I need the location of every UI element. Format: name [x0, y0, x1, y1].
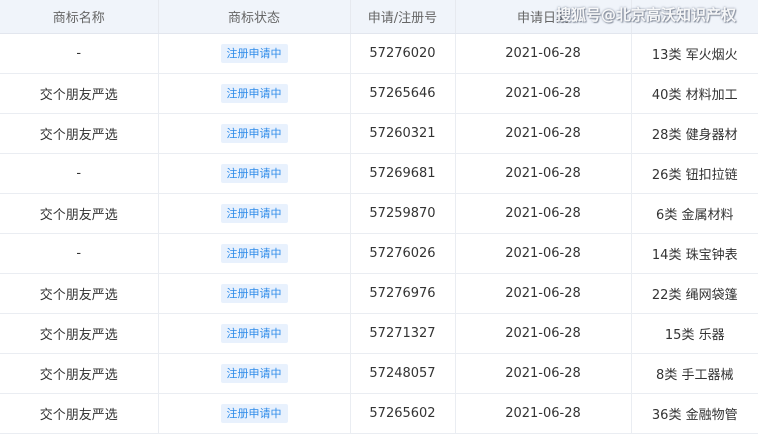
cell-status: 注册申请中	[158, 393, 351, 434]
cell-trademark-name: 交个朋友严选	[0, 73, 159, 114]
cell-application-date: 2021-06-28	[455, 273, 632, 314]
table-row[interactable]: 交个朋友严选 注册申请中 57259870 2021-06-28 6类 金属材料	[0, 193, 758, 234]
cell-status: 注册申请中	[158, 193, 351, 234]
table-row[interactable]: 交个朋友严选 注册申请中 57276976 2021-06-28 22类 绳网袋篷	[0, 273, 758, 314]
status-badge: 注册申请中	[220, 364, 288, 383]
cell-registration-number: 57276976	[350, 273, 456, 314]
cell-application-date: 2021-06-28	[455, 33, 632, 74]
cell-status: 注册申请中	[158, 153, 351, 194]
status-badge: 注册申请中	[220, 284, 288, 303]
header-application-date: 申请日期	[455, 0, 632, 34]
status-badge: 注册申请中	[220, 164, 288, 183]
cell-registration-number: 57271327	[350, 313, 456, 354]
header-registration-number: 申请/注册号	[350, 0, 456, 34]
cell-registration-number: 57276026	[350, 233, 456, 274]
table-row[interactable]: 交个朋友严选 注册申请中 57271327 2021-06-28 15类 乐器	[0, 313, 758, 354]
cell-trademark-name: -	[0, 233, 159, 274]
cell-registration-number: 57269681	[350, 153, 456, 194]
table-row[interactable]: - 注册申请中 57269681 2021-06-28 26类 钮扣拉链	[0, 153, 758, 194]
header-trademark-name: 商标名称	[0, 0, 159, 34]
cell-status: 注册申请中	[158, 353, 351, 394]
cell-status: 注册申请中	[158, 233, 351, 274]
cell-application-date: 2021-06-28	[455, 193, 632, 234]
cell-status: 注册申请中	[158, 33, 351, 74]
status-badge: 注册申请中	[220, 44, 288, 63]
cell-registration-number: 57276020	[350, 33, 456, 74]
cell-category: 28类 健身器材	[631, 113, 758, 154]
cell-registration-number: 57260321	[350, 113, 456, 154]
cell-status: 注册申请中	[158, 73, 351, 114]
cell-registration-number: 57265602	[350, 393, 456, 434]
header-category	[631, 0, 758, 34]
cell-category: 22类 绳网袋篷	[631, 273, 758, 314]
cell-application-date: 2021-06-28	[455, 153, 632, 194]
cell-category: 15类 乐器	[631, 313, 758, 354]
cell-category: 13类 军火烟火	[631, 33, 758, 74]
table-row[interactable]: 交个朋友严选 注册申请中 57248057 2021-06-28 8类 手工器械	[0, 353, 758, 394]
cell-trademark-name: 交个朋友严选	[0, 113, 159, 154]
table-row[interactable]: - 注册申请中 57276020 2021-06-28 13类 军火烟火	[0, 33, 758, 74]
cell-trademark-name: -	[0, 153, 159, 194]
cell-application-date: 2021-06-28	[455, 233, 632, 274]
status-badge: 注册申请中	[220, 204, 288, 223]
cell-category: 36类 金融物管	[631, 393, 758, 434]
cell-trademark-name: -	[0, 33, 159, 74]
table-row[interactable]: - 注册申请中 57276026 2021-06-28 14类 珠宝钟表	[0, 233, 758, 274]
table-body: - 注册申请中 57276020 2021-06-28 13类 军火烟火 交个朋友严选 注册…	[0, 33, 758, 434]
cell-application-date: 2021-06-28	[455, 73, 632, 114]
cell-trademark-name: 交个朋友严选	[0, 193, 159, 234]
cell-application-date: 2021-06-28	[455, 113, 632, 154]
cell-trademark-name: 交个朋友严选	[0, 313, 159, 354]
cell-trademark-name: 交个朋友严选	[0, 393, 159, 434]
table-row[interactable]: 交个朋友严选 注册申请中 57265646 2021-06-28 40类 材料加工	[0, 73, 758, 114]
status-badge: 注册申请中	[220, 324, 288, 343]
cell-category: 14类 珠宝钟表	[631, 233, 758, 274]
status-badge: 注册申请中	[220, 404, 288, 423]
status-badge: 注册申请中	[220, 244, 288, 263]
cell-status: 注册申请中	[158, 113, 351, 154]
cell-trademark-name: 交个朋友严选	[0, 273, 159, 314]
cell-status: 注册申请中	[158, 273, 351, 314]
status-badge: 注册申请中	[220, 124, 288, 143]
cell-registration-number: 57259870	[350, 193, 456, 234]
table-row[interactable]: 交个朋友严选 注册申请中 57260321 2021-06-28 28类 健身器材	[0, 113, 758, 154]
table-row[interactable]: 交个朋友严选 注册申请中 57265602 2021-06-28 36类 金融物管	[0, 393, 758, 434]
trademark-table: 商标名称 商标状态 申请/注册号 申请日期 - 注册申请中 57276020 2021…	[0, 0, 758, 434]
status-badge: 注册申请中	[220, 84, 288, 103]
cell-registration-number: 57248057	[350, 353, 456, 394]
cell-category: 8类 手工器械	[631, 353, 758, 394]
cell-application-date: 2021-06-28	[455, 393, 632, 434]
cell-registration-number: 57265646	[350, 73, 456, 114]
table-header-row: 商标名称 商标状态 申请/注册号 申请日期	[0, 0, 758, 34]
cell-status: 注册申请中	[158, 313, 351, 354]
header-trademark-status: 商标状态	[158, 0, 351, 34]
cell-category: 6类 金属材料	[631, 193, 758, 234]
cell-application-date: 2021-06-28	[455, 353, 632, 394]
cell-application-date: 2021-06-28	[455, 313, 632, 354]
cell-category: 40类 材料加工	[631, 73, 758, 114]
cell-category: 26类 钮扣拉链	[631, 153, 758, 194]
cell-trademark-name: 交个朋友严选	[0, 353, 159, 394]
